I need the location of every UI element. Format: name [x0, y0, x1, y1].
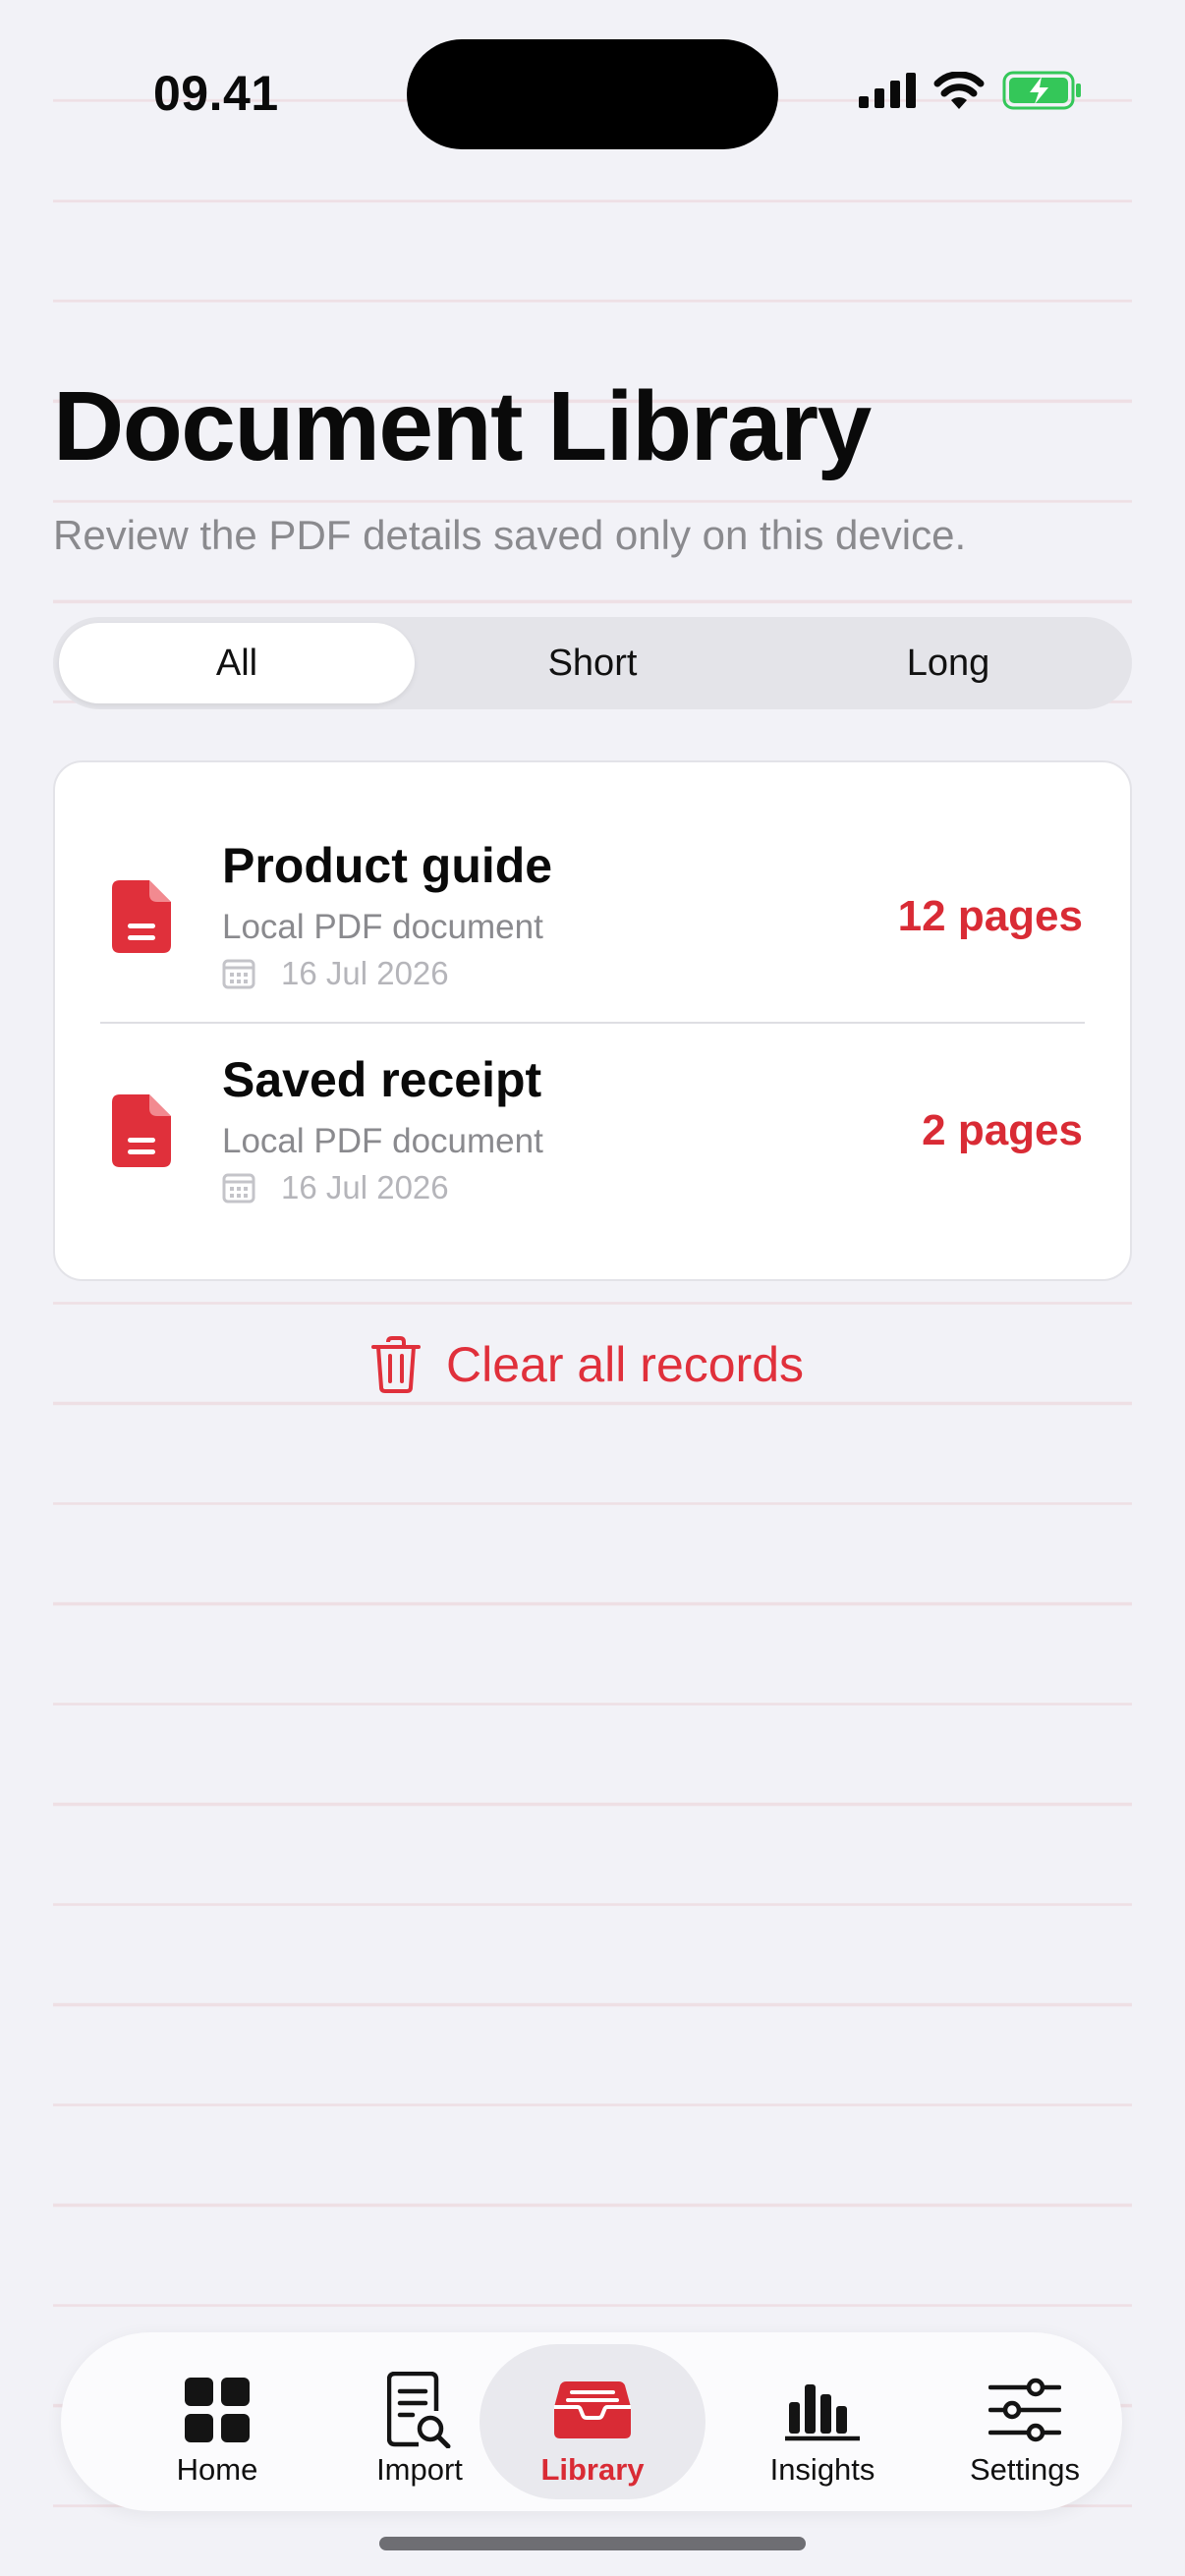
clear-all-records-label: Clear all records	[446, 1337, 805, 1392]
page-subtitle: Review the PDF details saved only on thi…	[53, 512, 967, 558]
document-search-icon	[387, 2372, 451, 2448]
pdf-document-icon	[112, 1094, 171, 1167]
document-row-product-guide[interactable]: Product guide Local PDF document 16 Jul …	[55, 762, 1130, 991]
document-type: Local PDF document	[222, 1122, 543, 1160]
calendar-icon	[222, 1173, 255, 1204]
document-type: Local PDF document	[222, 908, 543, 946]
tab-home-label: Home	[176, 2452, 258, 2487]
wifi-icon	[933, 72, 985, 109]
dynamic-island	[407, 39, 778, 149]
segment-long[interactable]: Long	[770, 623, 1126, 703]
bar-chart-icon	[785, 2384, 860, 2441]
tab-bar: Home Import Library Insights Settings	[61, 2332, 1122, 2511]
tab-insights-label: Insights	[769, 2452, 875, 2487]
sliders-icon	[988, 2378, 1061, 2442]
document-date-text: 16 Jul 2026	[281, 1169, 449, 1205]
document-title: Saved receipt	[222, 1052, 542, 1107]
clear-all-records-button[interactable]: Clear all records	[371, 1336, 804, 1393]
cellular-signal-icon	[859, 73, 916, 108]
tab-library[interactable]: Library	[480, 2344, 705, 2499]
document-page-count: 12 pages	[897, 892, 1083, 940]
document-row-saved-receipt[interactable]: Saved receipt Local PDF document 16 Jul …	[55, 975, 1130, 1205]
tab-import-label: Import	[376, 2452, 463, 2487]
status-icons	[859, 71, 1083, 110]
home-indicator	[379, 2537, 806, 2550]
trash-icon	[371, 1336, 421, 1393]
tab-library-label: Library	[540, 2452, 645, 2487]
document-list-card: Product guide Local PDF document 16 Jul …	[53, 760, 1132, 1281]
tab-settings[interactable]: Settings	[924, 2344, 1126, 2499]
document-page-count: 2 pages	[922, 1106, 1083, 1154]
document-date: 16 Jul 2026	[222, 1169, 449, 1206]
page-title: Document Library	[53, 371, 872, 481]
grid-icon	[185, 2378, 250, 2442]
document-title: Product guide	[222, 838, 553, 893]
tab-insights[interactable]: Insights	[721, 2344, 924, 2499]
tab-home[interactable]: Home	[116, 2344, 318, 2499]
segment-all[interactable]: All	[59, 623, 415, 703]
battery-charging-icon	[1002, 71, 1081, 110]
status-time: 09.41	[153, 66, 279, 121]
pdf-document-icon	[112, 880, 171, 953]
length-filter-segmented-control: All Short Long	[53, 617, 1132, 709]
tab-settings-label: Settings	[969, 2452, 1080, 2487]
segment-short[interactable]: Short	[415, 623, 770, 703]
tray-icon	[554, 2381, 631, 2438]
